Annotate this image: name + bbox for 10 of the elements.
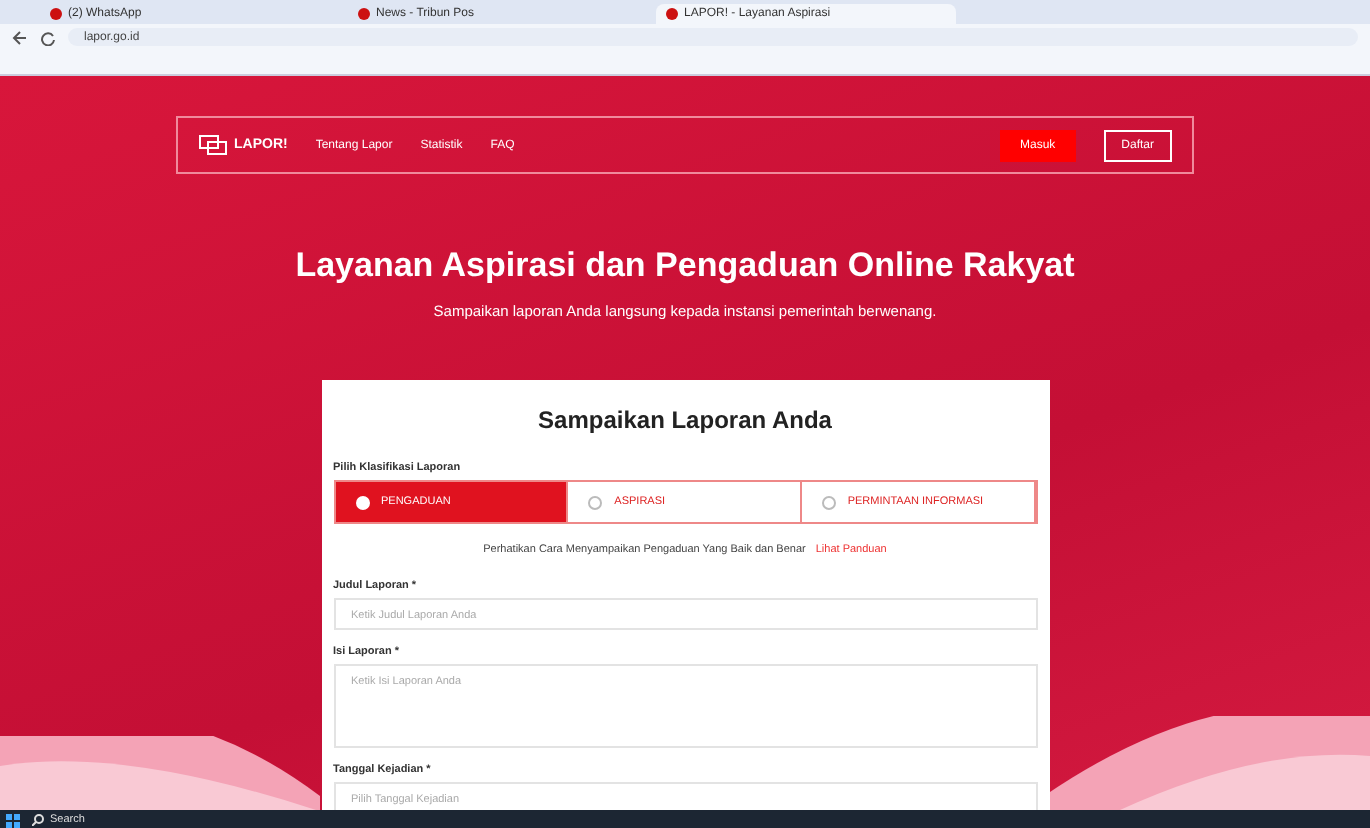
logo-icon — [198, 134, 230, 156]
search-icon — [32, 814, 44, 826]
favicon-icon — [358, 8, 370, 20]
start-icon[interactable] — [6, 813, 20, 827]
favicon-icon — [666, 8, 678, 20]
hero-title: Layanan Aspirasi dan Pengaduan Online Rakyat — [295, 246, 1075, 286]
reload-icon[interactable] — [40, 29, 56, 45]
form-title: Sampaikan Laporan Anda — [536, 406, 834, 434]
back-icon[interactable] — [12, 29, 28, 45]
favicon-icon — [50, 8, 62, 20]
